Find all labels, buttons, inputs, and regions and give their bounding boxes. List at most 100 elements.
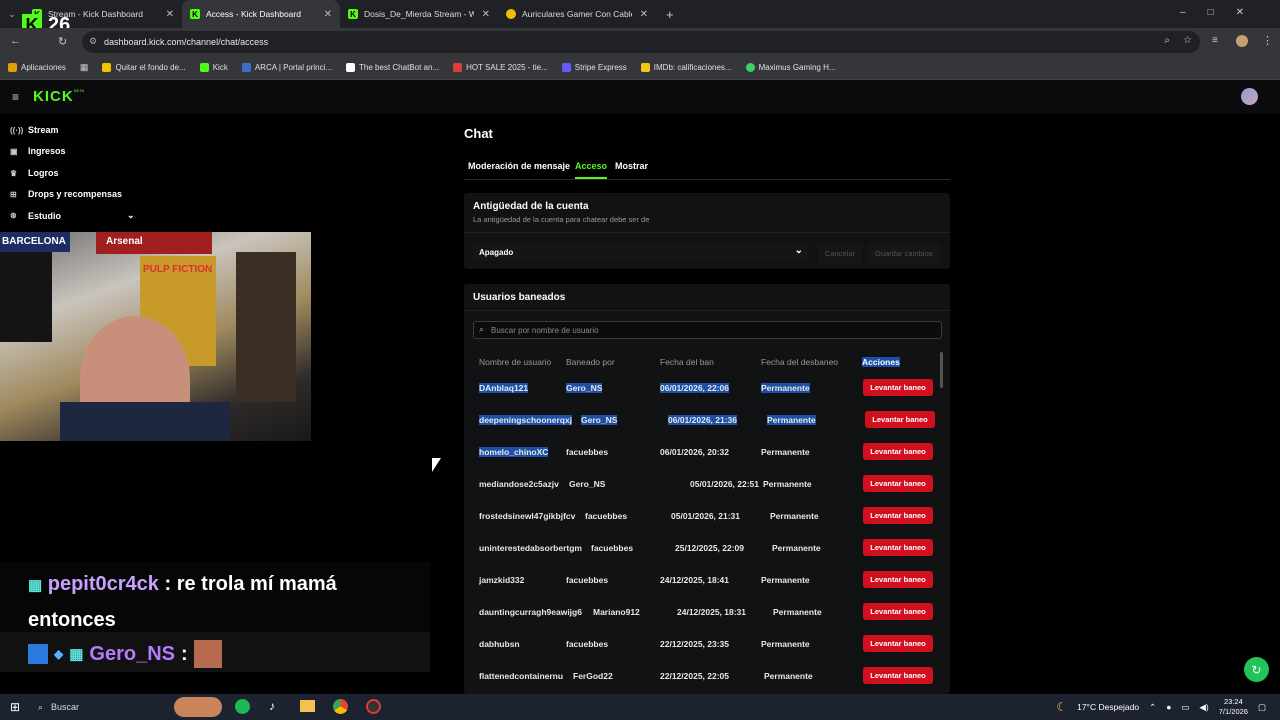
window-controls[interactable]: –□✕ [1180, 7, 1266, 18]
windows-taskbar: ⊞ ⌕ Buscar ♪ ☾ 17°C Despejado ⌃ ● ▭ ◀) 23… [0, 694, 1280, 720]
spotify-icon[interactable] [235, 699, 250, 714]
sidebar-item-stream[interactable]: ((·)) Stream [10, 125, 59, 135]
cell-banned-by: Gero_NS [566, 383, 603, 393]
cell-username[interactable]: dabhubsn [479, 639, 520, 649]
chevron-up-icon[interactable]: ⌃ [1149, 702, 1156, 713]
profile-avatar-icon[interactable] [1236, 35, 1248, 47]
col-header-banned-by[interactable]: Baneado por [566, 357, 615, 367]
bookmark-3[interactable]: ARCA | Portal princi... [241, 63, 332, 72]
obs-icon[interactable] [366, 699, 381, 714]
bookmark-7[interactable]: IMDb: calificaciones... [640, 63, 732, 72]
bookmark-label: IMDb: calificaciones... [653, 63, 732, 72]
tab-2[interactable]: K Dosis_De_Mierda Stream - Wat ✕ [340, 0, 498, 28]
bookmark-star-icon[interactable]: ☆ [1183, 35, 1192, 46]
bookmark-6[interactable]: Stripe Express [561, 63, 627, 72]
user-avatar[interactable] [1241, 88, 1258, 105]
divider [464, 232, 950, 233]
unban-button[interactable]: Levantar baneo [863, 667, 933, 684]
cell-username[interactable]: jamzkid332 [479, 575, 524, 585]
unban-button[interactable]: Levantar baneo [863, 635, 933, 652]
close-tab-icon[interactable]: ✕ [640, 9, 648, 20]
sidebar-item-estudio[interactable]: ⊛ Estudio ⌄ [10, 210, 135, 221]
cell-unban-date: Permanente [773, 607, 822, 617]
sidebar-item-ingresos[interactable]: ▣ Ingresos [10, 146, 66, 156]
bookmark-0[interactable]: Aplicaciones [8, 63, 66, 72]
unban-button[interactable]: Levantar baneo [863, 571, 933, 588]
bookmark-grid[interactable]: ▦ [80, 62, 89, 73]
microphone-icon[interactable]: ● [1166, 702, 1171, 712]
new-tab-icon[interactable]: + [666, 7, 674, 22]
weather-text[interactable]: 17°C Despejado [1077, 702, 1139, 712]
cell-username[interactable]: uninterestedabsorbertgm [479, 543, 582, 553]
cell-username[interactable]: homelo_chinoXC [479, 447, 549, 457]
tab-search-icon[interactable]: ⌄ [0, 9, 24, 20]
cell-username[interactable]: DAnblaq121 [479, 383, 529, 393]
bookmark-favicon-icon [640, 63, 650, 72]
col-header-unban-date[interactable]: Fecha del desbaneo [761, 357, 838, 367]
tab-1[interactable]: K Access - Kick Dashboard ✕ [182, 0, 340, 28]
sidebar-item-logros[interactable]: ♛ Logros [10, 168, 59, 178]
volume-icon[interactable]: ◀) [1199, 702, 1208, 713]
network-icon[interactable]: ▭ [1181, 702, 1189, 713]
chrome-icon[interactable] [333, 699, 348, 714]
hamburger-menu-icon[interactable]: ≡ [12, 90, 19, 104]
tab-3[interactable]: Auriculares Gamer Con Cable H ✕ [498, 0, 656, 28]
zoom-icon[interactable]: ⌕ [1164, 35, 1170, 46]
bookmark-4[interactable]: The best ChatBot an... [346, 63, 439, 72]
unban-button[interactable]: Levantar baneo [863, 379, 933, 396]
unban-button[interactable]: Levantar baneo [863, 507, 933, 524]
bookmark-1[interactable]: Quitar el fondo de... [102, 63, 186, 72]
close-tab-icon[interactable]: ✕ [482, 9, 490, 20]
windows-start-icon[interactable]: ⊞ [10, 700, 20, 714]
reading-list-icon[interactable]: ≡ [1212, 35, 1218, 46]
site-info-icon[interactable]: ⚙ [89, 36, 97, 47]
cell-username[interactable]: mediandose2c5azjv [479, 479, 559, 489]
support-chat-button[interactable]: ↻ [1244, 657, 1269, 682]
close-tab-icon[interactable]: ✕ [166, 9, 174, 20]
kick-favicon-icon: K [190, 9, 200, 19]
shop-favicon-icon [506, 9, 516, 19]
url-input[interactable]: ⚙ dashboard.kick.com/channel/chat/access… [82, 31, 1200, 53]
bookmark-label: Maximus Gaming H... [758, 63, 836, 72]
cell-username[interactable]: frostedsinewl47gikbjfcv [479, 511, 575, 521]
account-age-select[interactable]: Apagado ⌄ [473, 243, 809, 261]
unban-button[interactable]: Levantar baneo [863, 603, 933, 620]
col-header-username[interactable]: Nombre de usuario [479, 357, 551, 367]
browser-menu-icon[interactable]: ⋮ [1262, 34, 1273, 47]
save-changes-button[interactable]: Guardar cambios [868, 244, 940, 263]
bookmark-2[interactable]: Kick [199, 63, 228, 72]
notifications-icon[interactable]: ▢ [1258, 702, 1266, 713]
chat-separator: : [181, 642, 188, 665]
badge-icon [28, 644, 48, 664]
bookmark-label: The best ChatBot an... [359, 63, 440, 72]
unban-button[interactable]: Levantar baneo [863, 475, 933, 492]
tiktok-icon[interactable]: ♪ [269, 699, 275, 713]
reload-icon[interactable]: ↻ [58, 35, 67, 48]
unban-button[interactable]: Levantar baneo [863, 539, 933, 556]
cancel-button[interactable]: Cancelar [818, 244, 863, 263]
cell-username[interactable]: deepeningschoonerqxj [479, 415, 573, 425]
table-scrollbar[interactable] [940, 352, 943, 388]
sidebar-item-drops[interactable]: ⊞ Drops y recompensas [10, 189, 122, 199]
bookmark-8[interactable]: Maximus Gaming H... [745, 63, 836, 72]
cell-banned-by: Mariano912 [593, 607, 640, 617]
col-header-ban-date[interactable]: Fecha del ban [660, 357, 714, 367]
poster-dark [0, 252, 52, 342]
close-tab-icon[interactable]: ✕ [324, 9, 332, 20]
bookmark-5[interactable]: HOT SALE 2025 - tie... [453, 63, 548, 72]
cell-username[interactable]: dauntingcurragh9eawijg6 [479, 607, 582, 617]
file-explorer-icon[interactable] [300, 700, 315, 712]
tab-acceso[interactable]: Acceso [575, 161, 608, 179]
news-widget-icon[interactable] [174, 697, 222, 717]
unban-button[interactable]: Levantar baneo [865, 411, 935, 428]
back-icon[interactable]: ← [10, 35, 21, 47]
search-input[interactable]: ⌕ Buscar por nombre de usuario [473, 321, 942, 339]
divider [464, 310, 950, 311]
kick-logo[interactable]: KICK [33, 88, 74, 105]
sidebar-item-label: Ingresos [28, 146, 66, 156]
clock[interactable]: 23:24 7/1/2026 [1219, 697, 1248, 717]
unban-button[interactable]: Levantar baneo [863, 443, 933, 460]
cell-username[interactable]: flattenedcontainernu [479, 671, 563, 681]
tab-mostrar[interactable]: Mostrar [615, 161, 648, 171]
tab-moderacion[interactable]: Moderación de mensaje [468, 161, 570, 171]
